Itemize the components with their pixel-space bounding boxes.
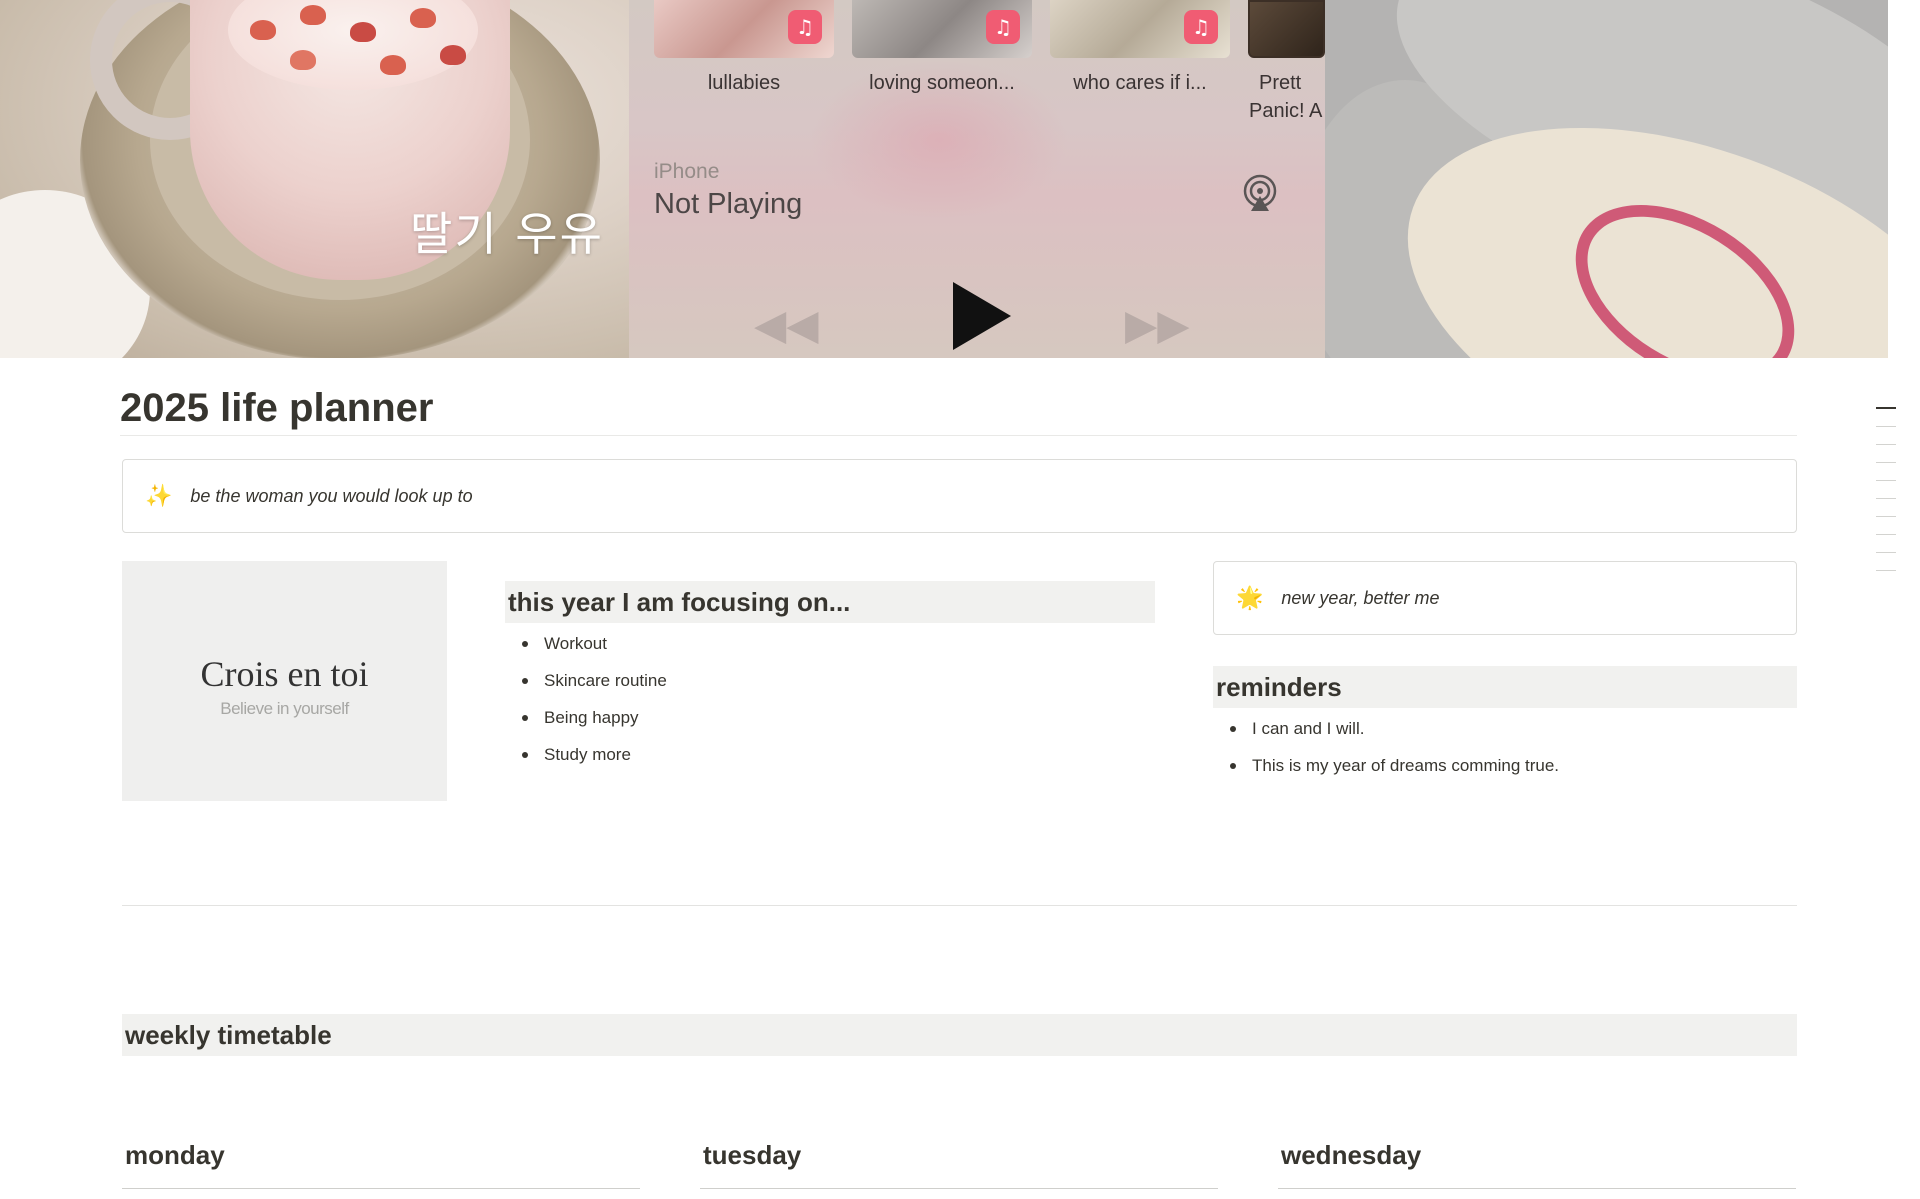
cover-korean-caption: 딸기 우유 bbox=[410, 207, 604, 261]
toc-dash[interactable] bbox=[1876, 407, 1896, 409]
album-art: ♫ bbox=[654, 0, 834, 58]
device-label: iPhone bbox=[654, 160, 720, 183]
cover-music-widget: ♫ ♫ ♫ lullabies loving someon... who car… bbox=[629, 0, 1325, 358]
sparkles-icon: ✨ bbox=[145, 483, 173, 509]
cover-strawberry-milk-photo: 딸기 우유 bbox=[0, 0, 629, 358]
album-title: loving someon... bbox=[869, 72, 1015, 94]
toc-dash[interactable] bbox=[1876, 480, 1896, 481]
album-title: Prett bbox=[1259, 72, 1302, 94]
weekly-timetable-heading[interactable]: weekly timetable bbox=[122, 1014, 1797, 1056]
focus-list: Workout Skincare routine Being happy Stu… bbox=[507, 625, 667, 773]
music-note-icon: ♫ bbox=[986, 10, 1020, 44]
list-item[interactable]: This is my year of dreams comming true. bbox=[1215, 747, 1559, 784]
crois-en-toi-image[interactable]: Crois en toi Believe in yourself bbox=[122, 561, 447, 801]
quote-callout[interactable]: ✨ be the woman you would look up to bbox=[122, 459, 1797, 533]
title-divider bbox=[120, 435, 1797, 436]
reminders-heading[interactable]: reminders bbox=[1213, 666, 1797, 708]
album-art: ♫ bbox=[852, 0, 1032, 58]
music-note-icon: ♫ bbox=[788, 10, 822, 44]
toc-dash[interactable] bbox=[1876, 570, 1896, 571]
day-heading-monday[interactable]: monday bbox=[125, 1140, 225, 1171]
toc-dash[interactable] bbox=[1876, 444, 1896, 445]
new-year-callout[interactable]: 🌟 new year, better me bbox=[1213, 561, 1797, 635]
album-title: lullabies bbox=[707, 72, 781, 94]
table-of-contents-indicator[interactable] bbox=[1876, 407, 1896, 588]
toc-dash[interactable] bbox=[1876, 516, 1896, 517]
page-cover[interactable]: 딸기 우유 ♫ ♫ ♫ lullabies loving someon... w… bbox=[0, 0, 1920, 358]
album-subtitle: Panic! A bbox=[1249, 100, 1323, 122]
quote-callout-text[interactable]: be the woman you would look up to bbox=[190, 486, 472, 507]
toc-dash[interactable] bbox=[1876, 498, 1896, 499]
music-note-icon: ♫ bbox=[1184, 10, 1218, 44]
toc-dash[interactable] bbox=[1876, 462, 1896, 463]
crois-title: Crois en toi bbox=[200, 654, 369, 694]
day-divider bbox=[122, 1188, 640, 1189]
focus-heading[interactable]: this year I am focusing on... bbox=[505, 581, 1155, 623]
reminders-list: I can and I will. This is my year of dre… bbox=[1215, 710, 1559, 784]
list-item[interactable]: Being happy bbox=[507, 699, 667, 736]
list-item[interactable]: Study more bbox=[507, 736, 667, 773]
album-art: ♫ bbox=[1050, 0, 1230, 58]
section-divider bbox=[122, 905, 1797, 906]
play-icon bbox=[953, 282, 1011, 350]
new-year-callout-text[interactable]: new year, better me bbox=[1281, 588, 1439, 609]
fast-forward-icon: ▶▶ bbox=[1125, 300, 1190, 349]
page-title[interactable]: 2025 life planner bbox=[120, 386, 433, 431]
cover-socks-photo bbox=[1325, 0, 1920, 358]
album-title: who cares if i... bbox=[1073, 72, 1207, 94]
now-playing-status: Not Playing bbox=[654, 188, 803, 220]
album-art bbox=[1248, 0, 1325, 58]
crois-subtitle: Believe in yourself bbox=[220, 699, 349, 718]
day-heading-tuesday[interactable]: tuesday bbox=[703, 1140, 801, 1171]
list-item[interactable]: Workout bbox=[507, 625, 667, 662]
rewind-icon: ◀◀ bbox=[754, 300, 819, 349]
day-divider bbox=[1278, 1188, 1796, 1189]
day-divider bbox=[700, 1188, 1218, 1189]
list-item[interactable]: I can and I will. bbox=[1215, 710, 1559, 747]
toc-dash[interactable] bbox=[1876, 426, 1896, 427]
toc-dash[interactable] bbox=[1876, 552, 1896, 553]
airplay-icon bbox=[1243, 174, 1277, 211]
list-item[interactable]: Skincare routine bbox=[507, 662, 667, 699]
day-heading-wednesday[interactable]: wednesday bbox=[1281, 1140, 1421, 1171]
glowing-star-icon: 🌟 bbox=[1236, 585, 1264, 611]
toc-dash[interactable] bbox=[1876, 534, 1896, 535]
